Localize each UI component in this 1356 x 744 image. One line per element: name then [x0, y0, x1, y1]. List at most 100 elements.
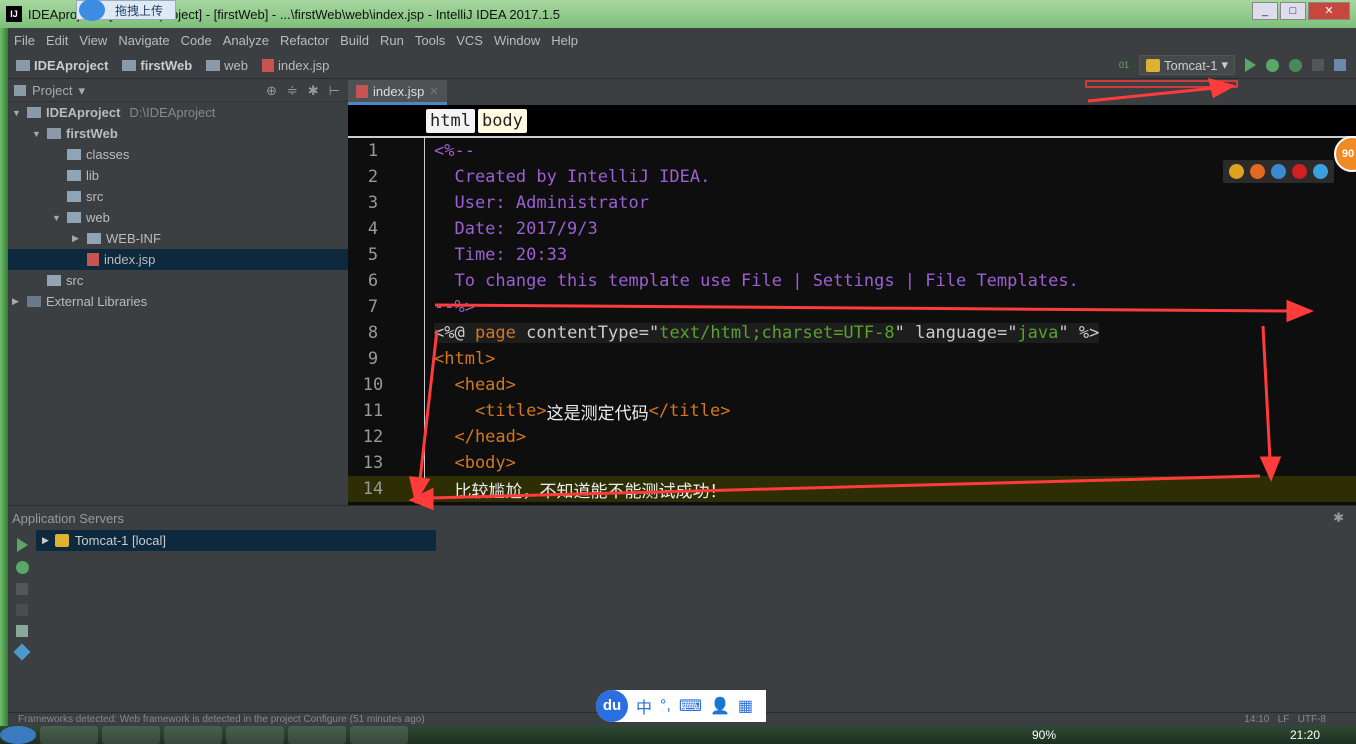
code-line[interactable]: 11 <title> 这是测定代码 </title>	[348, 398, 1356, 424]
code-line[interactable]: 1 <%--	[348, 138, 1356, 164]
build-icon[interactable]: 01	[1119, 60, 1129, 70]
code-line[interactable]: 14 比较尴尬，不知道能不能测试成功！	[348, 476, 1356, 502]
taskbar-app[interactable]	[102, 726, 160, 744]
ime-menu-icon[interactable]: ▦	[738, 696, 753, 716]
caret-position[interactable]: 14:10	[1244, 714, 1269, 725]
maximize-button[interactable]: □	[1280, 2, 1306, 20]
status-message[interactable]: Frameworks detected: Web framework is de…	[18, 714, 425, 725]
expand-arrow-icon[interactable]: ▼	[32, 129, 42, 139]
taskbar-app[interactable]	[40, 726, 98, 744]
menu-code[interactable]: Code	[181, 33, 212, 48]
code-line[interactable]: 2 Created by IntelliJ IDEA.	[348, 164, 1356, 190]
tree-item[interactable]: src	[8, 186, 348, 207]
ime-punct[interactable]: °,	[660, 697, 671, 715]
debug-button[interactable]	[1266, 58, 1279, 72]
menu-analyze[interactable]: Analyze	[223, 33, 269, 48]
server-row[interactable]: ▶ Tomcat-1 [local]	[36, 530, 436, 551]
code-line[interactable]: 13 <body>	[348, 450, 1356, 476]
run-config-select[interactable]: Tomcat-1 ▾	[1139, 55, 1235, 75]
taskbar-app[interactable]	[164, 726, 222, 744]
menu-tools[interactable]: Tools	[415, 33, 445, 48]
expand-arrow-icon[interactable]: ▶	[42, 535, 49, 546]
stop-server-button[interactable]	[16, 583, 28, 595]
menu-edit[interactable]: Edit	[46, 33, 68, 48]
deploy-button[interactable]	[16, 604, 28, 616]
tree-item[interactable]: src	[8, 270, 348, 291]
encoding[interactable]: UTF-8	[1298, 714, 1326, 725]
artifacts-button[interactable]	[13, 643, 31, 661]
tree-item[interactable]: ▼ web	[8, 207, 348, 228]
expand-arrow-icon[interactable]: ▼	[52, 213, 62, 223]
clock[interactable]: 21:20	[1290, 728, 1320, 742]
tree-item[interactable]: ▼ firstWeb	[8, 123, 348, 144]
menu-vcs[interactable]: VCS	[456, 33, 483, 48]
collapse-icon[interactable]: ≑	[287, 83, 298, 99]
tab-index-jsp[interactable]: index.jsp ✕	[348, 80, 447, 105]
tree-item[interactable]: ▶ WEB-INF	[8, 228, 348, 249]
code-line[interactable]: 3 User: Administrator	[348, 190, 1356, 216]
taskbar-app[interactable]	[288, 726, 346, 744]
opera-icon[interactable]	[1292, 164, 1307, 179]
crumb-folder[interactable]: web	[206, 58, 248, 73]
tree-item[interactable]: lib	[8, 165, 348, 186]
menu-navigate[interactable]: Navigate	[118, 33, 169, 48]
upload-widget[interactable]: 拖拽上传	[76, 0, 176, 21]
project-structure-button[interactable]	[1334, 59, 1346, 71]
line-separator[interactable]: LF	[1278, 714, 1290, 725]
code-line[interactable]: 12 </head>	[348, 424, 1356, 450]
ime-user-icon[interactable]: 👤	[710, 696, 730, 716]
run-server-button[interactable]	[16, 538, 28, 552]
gear-icon[interactable]: ✱	[308, 83, 319, 99]
menu-view[interactable]: View	[79, 33, 107, 48]
code-line[interactable]: 5 Time: 20:33	[348, 242, 1356, 268]
chrome-icon[interactable]	[1229, 164, 1244, 179]
code-line[interactable]: 4 Date: 2017/9/3	[348, 216, 1356, 242]
minimize-button[interactable]: _	[1252, 2, 1278, 20]
menu-window[interactable]: Window	[494, 33, 540, 48]
code-line[interactable]: 7 --%>	[348, 294, 1356, 320]
menu-file[interactable]: File	[14, 33, 35, 48]
taskbar-intellij[interactable]	[350, 726, 408, 744]
start-button[interactable]	[0, 726, 36, 744]
code-line[interactable]: 10 <head>	[348, 372, 1356, 398]
crumb-module[interactable]: firstWeb	[122, 58, 192, 73]
menu-help[interactable]: Help	[551, 33, 578, 48]
ime-keyboard-icon[interactable]: ⌨	[679, 696, 702, 716]
breadcrumb-body[interactable]: body	[477, 108, 527, 133]
code-area[interactable]: 1 <%-- 2 Created by IntelliJ IDEA. 3 User: …	[348, 138, 1356, 502]
crumb-file[interactable]: index.jsp	[262, 58, 329, 73]
stop-button[interactable]	[1312, 59, 1324, 71]
crumb-project[interactable]: IDEAproject	[16, 58, 108, 73]
locate-icon[interactable]: ⊕	[266, 83, 277, 99]
breadcrumb-html[interactable]: html	[426, 108, 475, 133]
expand-arrow-icon[interactable]: ▶	[72, 233, 82, 244]
close-button[interactable]: ✕	[1308, 2, 1350, 20]
tree-item[interactable]: index.jsp	[8, 249, 348, 270]
close-tab-icon[interactable]: ✕	[429, 85, 438, 98]
gear-icon[interactable]: ✱	[1333, 510, 1344, 526]
coverage-button[interactable]	[1289, 58, 1302, 72]
menu-build[interactable]: Build	[340, 33, 369, 48]
project-panel-title[interactable]: Project	[32, 83, 72, 98]
code-line[interactable]: 9 <html>	[348, 346, 1356, 372]
run-button[interactable]	[1245, 58, 1256, 72]
chevron-down-icon[interactable]: ▾	[78, 83, 85, 99]
menu-refactor[interactable]: Refactor	[280, 33, 329, 48]
debug-server-button[interactable]	[15, 561, 29, 574]
tree-item[interactable]: ▶ External Libraries	[8, 291, 348, 312]
expand-arrow-icon[interactable]: ▶	[12, 296, 22, 307]
code-line[interactable]: 8 <%@ page contentType=" text/html;charset…	[348, 320, 1356, 346]
menu-run[interactable]: Run	[380, 33, 404, 48]
tree-item[interactable]: classes	[8, 144, 348, 165]
code-line[interactable]: 6 To change this template use File | Set…	[348, 268, 1356, 294]
baidu-ime-logo[interactable]: du	[596, 690, 628, 722]
edit-config-button[interactable]	[16, 625, 28, 637]
hide-icon[interactable]: ⊢	[329, 83, 340, 99]
firefox-icon[interactable]	[1250, 164, 1265, 179]
expand-arrow-icon[interactable]: ▼	[12, 108, 22, 118]
ime-mode[interactable]: 中	[636, 694, 652, 718]
ie-icon[interactable]	[1313, 164, 1328, 179]
taskbar-app[interactable]	[226, 726, 284, 744]
tree-item[interactable]: ▼ IDEAproject D:\IDEAproject	[8, 102, 348, 123]
safari-icon[interactable]	[1271, 164, 1286, 179]
